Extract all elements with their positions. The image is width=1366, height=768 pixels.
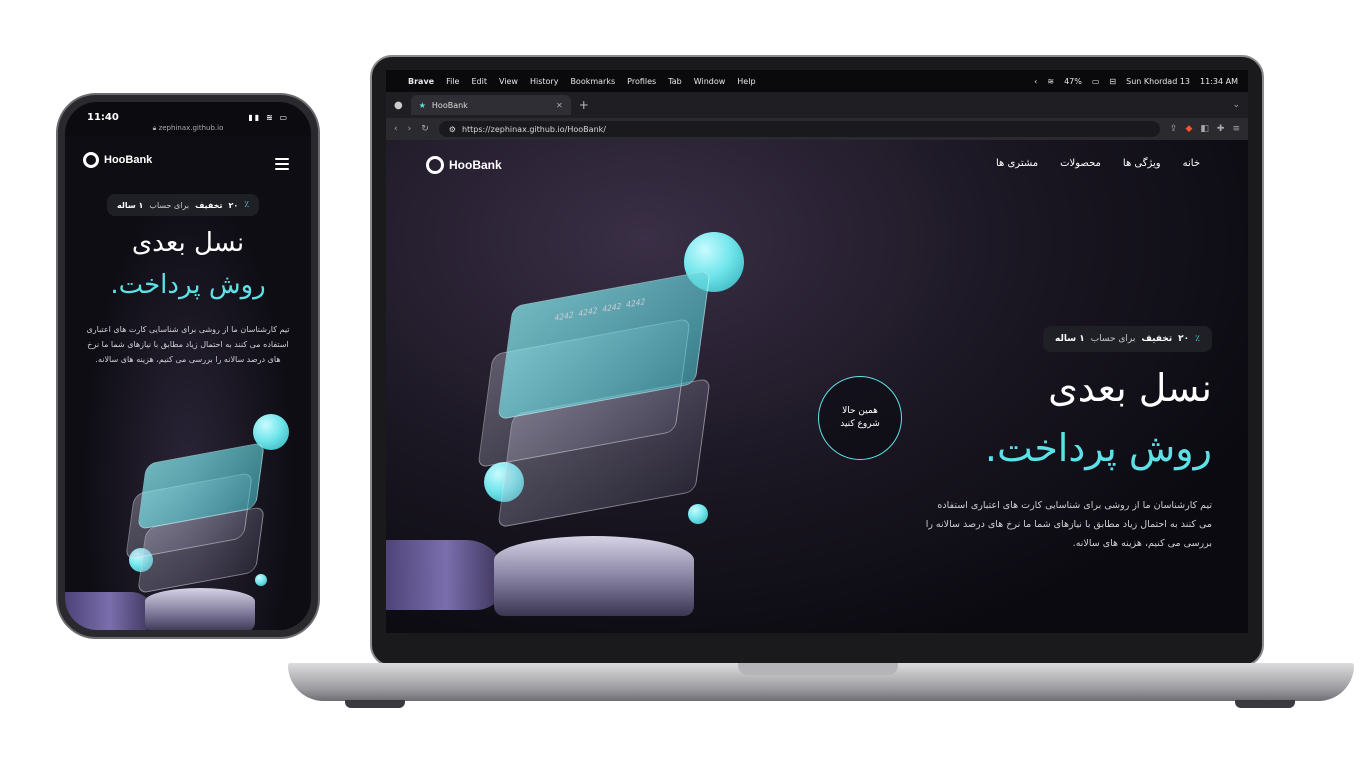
phone-brand-name: HooBank: [104, 154, 153, 166]
menu-file[interactable]: File: [446, 77, 459, 86]
cta-line-1: همین حالا: [842, 405, 878, 416]
robot-hand: [494, 536, 694, 616]
share-icon[interactable]: ⇪: [1170, 124, 1178, 134]
new-tab-icon[interactable]: +: [579, 98, 589, 112]
phone-hero-description: تیم کارشناسان ما از روشی برای شناسایی کا…: [86, 325, 290, 365]
brave-shield-icon[interactable]: ◆: [1185, 124, 1192, 134]
star-icon: ★: [418, 100, 426, 110]
brand-logo[interactable]: HooBank: [426, 156, 502, 174]
robot-arm: [65, 592, 155, 630]
close-tab-icon[interactable]: ✕: [556, 101, 563, 110]
menu-profiles[interactable]: Profiles: [627, 77, 656, 86]
discount-badge: ٪ ۲۰ تخفیف برای حساب ۱ ساله: [1043, 326, 1212, 352]
wifi-icon[interactable]: ≋: [1047, 77, 1054, 86]
lock-icon: 🔒︎: [152, 124, 157, 132]
back-icon[interactable]: ‹: [394, 124, 398, 134]
control-center-icon[interactable]: ⊟: [1109, 77, 1116, 86]
address-bar[interactable]: ⚙ https://zephinax.github.io/HooBank/: [438, 121, 1160, 137]
menu-bookmarks[interactable]: Bookmarks: [570, 77, 615, 86]
logo-icon: [83, 152, 99, 168]
percent-icon: ٪: [1195, 334, 1200, 344]
phone-hoobank-page: HooBank ٪ ۲۰ تخفیف برای حساب ۱ ساله نسل …: [65, 136, 311, 630]
site-settings-icon[interactable]: ⚙: [449, 125, 456, 134]
hero-description: تیم کارشناسان ما از روشی برای شناسایی کا…: [925, 500, 1212, 549]
get-started-button[interactable]: همین حالا شروع کنید: [818, 376, 902, 460]
promo-number: ۲۰: [1178, 334, 1190, 344]
robot-hand: [145, 588, 255, 630]
promo-bold: تخفیف: [1141, 334, 1173, 344]
url-text[interactable]: https://zephinax.github.io/HooBank/: [462, 125, 606, 134]
phone-screen: 11:40 ▮▮ ≋ ▭ 🔒︎ zephinax.github.io HooBa…: [65, 102, 311, 630]
mockup-stage: Brave File Edit View History Bookmarks P…: [0, 0, 1366, 768]
promo-bold-end: ۱ ساله: [1055, 334, 1085, 344]
hoobank-page: HooBank خانه ویژگی ها محصولات مشتری ها 4…: [386, 140, 1248, 633]
orb-decoration: [688, 504, 708, 524]
macos-menubar: Brave File Edit View History Bookmarks P…: [386, 70, 1248, 92]
nav-item-features[interactable]: ویژگی ها: [1123, 158, 1161, 169]
menubar-time[interactable]: 11:34 AM: [1200, 77, 1238, 86]
menu-help[interactable]: Help: [737, 77, 755, 86]
phone-url-text: zephinax.github.io: [158, 124, 224, 132]
laptop-foot: [345, 700, 405, 708]
menu-window[interactable]: Window: [694, 77, 726, 86]
hero-headline-accent: روش پرداخت.: [984, 426, 1212, 470]
robot-arm: [386, 540, 506, 610]
battery-icon[interactable]: ▭: [1092, 77, 1100, 86]
brand-name: HooBank: [449, 158, 502, 172]
percent-icon: ٪: [244, 200, 250, 210]
extension-icon[interactable]: ◧: [1200, 124, 1209, 134]
nav-item-products[interactable]: محصولات: [1060, 158, 1101, 169]
browser-tabbar: ● ★ HooBank ✕ + ⌄: [386, 92, 1248, 118]
hamburger-menu-icon[interactable]: [275, 158, 289, 170]
menu-history[interactable]: History: [530, 77, 558, 86]
nav-item-home[interactable]: خانه: [1183, 158, 1200, 169]
orb-decoration: [255, 574, 267, 586]
phone-url[interactable]: 🔒︎ zephinax.github.io: [65, 124, 311, 133]
laptop-foot: [1235, 700, 1295, 708]
phone-brand-logo[interactable]: HooBank: [83, 152, 152, 168]
reload-icon[interactable]: ↻: [421, 124, 429, 134]
hero-headline: نسل بعدی: [1048, 366, 1212, 410]
menu-tab[interactable]: Tab: [668, 77, 682, 86]
logo-icon: [426, 156, 444, 174]
nav-item-clients[interactable]: مشتری ها: [996, 158, 1038, 169]
browser-toolbar: ‹ › ↻ ⚙ https://zephinax.github.io/HooBa…: [386, 118, 1248, 140]
promo-text: برای حساب: [1090, 334, 1136, 344]
chevron-down-icon[interactable]: ⌄: [1232, 100, 1240, 110]
phone-time: 11:40: [87, 111, 119, 123]
github-icon: ●: [394, 99, 403, 111]
promo-number: ۲۰: [228, 200, 239, 210]
menu-icon[interactable]: ≡: [1232, 124, 1240, 134]
phone-hero-headline: نسل بعدی: [131, 228, 245, 258]
promo-bold-end: ۱ ساله: [117, 200, 144, 210]
card-number: 4242 4242 4242 4242: [553, 296, 646, 323]
promo-bold: تخفیف: [195, 200, 223, 210]
puzzle-icon[interactable]: ✚: [1217, 124, 1225, 134]
menubar-date: Sun Khordad 13: [1126, 76, 1191, 86]
browser-tab[interactable]: ★ HooBank ✕: [410, 95, 571, 115]
chevron-left-icon[interactable]: ‹: [1034, 77, 1037, 86]
laptop-notch: [738, 663, 898, 675]
laptop-screen: Brave File Edit View History Bookmarks P…: [386, 70, 1248, 633]
main-nav: خانه ویژگی ها محصولات مشتری ها: [996, 158, 1200, 169]
phone-discount-badge: ٪ ۲۰ تخفیف برای حساب ۱ ساله: [107, 194, 260, 216]
battery-percent: 47%: [1064, 76, 1082, 86]
menu-app-name[interactable]: Brave: [408, 77, 434, 86]
menu-view[interactable]: View: [499, 77, 518, 86]
cta-line-2: شروع کنید: [840, 419, 880, 429]
forward-icon[interactable]: ›: [408, 124, 412, 134]
promo-text: برای حساب: [149, 200, 190, 210]
tab-title: HooBank: [431, 100, 468, 110]
signal-wifi-battery-icon: ▮▮ ≋ ▭: [248, 112, 289, 122]
phone-hero-headline-accent: روش پرداخت.: [110, 270, 266, 300]
menu-edit[interactable]: Edit: [471, 77, 487, 86]
